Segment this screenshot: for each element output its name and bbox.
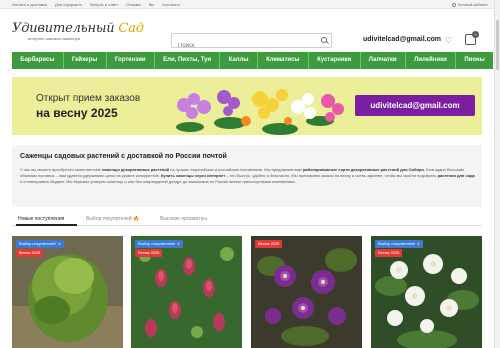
thumb-icon: ★ bbox=[416, 241, 421, 246]
product-card[interactable]: Выбор покупателей ★ Весна 2025 bbox=[371, 236, 482, 348]
nav-item-barberries[interactable]: Барбарисы bbox=[12, 52, 64, 69]
top-link-contacts[interactable]: Контакты bbox=[162, 2, 179, 7]
logo-tagline: интернет-магазин саженцев bbox=[28, 36, 80, 41]
account-link[interactable]: Личный кабинет bbox=[451, 2, 488, 7]
thumb-icon: ★ bbox=[176, 241, 181, 246]
intro-text-2: из лучших европейских и российских питом… bbox=[169, 167, 303, 172]
top-link-payment-delivery[interactable]: Оплата и доставка bbox=[12, 2, 47, 7]
account-label: Личный кабинет bbox=[457, 2, 488, 7]
nav-item-conifers[interactable]: Ели, Пихты, Туи bbox=[155, 52, 221, 69]
cart-icon[interactable]: 0 bbox=[465, 31, 479, 45]
logo-name-end: Сад bbox=[118, 21, 144, 36]
spring-2025-badge: Весна 2025 bbox=[135, 249, 163, 257]
tab-top-views[interactable]: Высокие просмотры bbox=[160, 216, 207, 222]
nav-item-heucheras[interactable]: Гейхеры bbox=[64, 52, 107, 69]
product-image bbox=[251, 236, 362, 348]
logo-name-start: Удивительный bbox=[12, 21, 115, 36]
customer-choice-label: Выбор покупателей bbox=[138, 241, 175, 246]
intro-bold-4: растения для сада bbox=[437, 173, 475, 178]
nav-item-shrubs[interactable]: Кустарники bbox=[309, 52, 361, 69]
site-logo[interactable]: Удивительный Сад интернет-магазин саженц… bbox=[12, 21, 144, 41]
tab-new-arrivals[interactable]: Новые поступления bbox=[18, 216, 64, 222]
nav-item-potentillas[interactable]: Лапчатки bbox=[361, 52, 406, 69]
top-utility-bar: Оплата и доставка Для оформить Вопрос и … bbox=[0, 0, 500, 9]
tab-customer-choice[interactable]: Выбор покупателей 🔥 bbox=[86, 216, 139, 222]
customer-choice-badge: Выбор покупателей ★ bbox=[16, 240, 65, 248]
product-card[interactable]: Весна 2025 bbox=[251, 236, 362, 348]
search-icon[interactable] bbox=[321, 37, 327, 43]
site-header: Удивительный Сад интернет-магазин саженц… bbox=[0, 9, 500, 53]
top-link-you[interactable]: Вы bbox=[149, 2, 155, 7]
intro-section: Саженцы садовых растений с доставкой по … bbox=[12, 145, 482, 207]
heart-icon[interactable]: ♡ bbox=[445, 37, 452, 45]
spring-2025-badge: Весна 2025 bbox=[16, 249, 44, 257]
banner-line-1: Открыт прием заказов bbox=[36, 93, 141, 104]
promo-banner[interactable]: Открыт прием заказов на весну 2025 udivi… bbox=[12, 77, 482, 135]
logo-name: Удивительный Сад bbox=[12, 21, 144, 36]
top-link-faq[interactable]: Вопрос и ответ bbox=[90, 2, 118, 7]
category-nav: Барбарисы Гейхеры Гортензии Ели, Пихты, … bbox=[12, 52, 493, 69]
nav-item-clematis[interactable]: Клематисы bbox=[258, 52, 309, 69]
header-email[interactable]: udivitelcad@gmail.com bbox=[363, 36, 441, 43]
spring-2025-badge: Весна 2025 bbox=[375, 249, 403, 257]
customer-choice-badge: Выбор покупателей ★ bbox=[135, 240, 184, 248]
page-scrollbar[interactable] bbox=[494, 0, 500, 348]
scrollbar-thumb[interactable] bbox=[496, 20, 499, 70]
nav-item-hydrangeas[interactable]: Гортензии bbox=[107, 52, 155, 69]
product-tabs: Новые поступления Выбор покупателей 🔥 Вы… bbox=[12, 212, 482, 226]
intro-bold-3: Купить саженцы через интернет bbox=[160, 173, 226, 178]
product-card[interactable]: Выбор покупателей ★ Весна 2025 bbox=[12, 236, 123, 348]
intro-bold-1: саженцы декоративных растений bbox=[101, 167, 170, 172]
top-link-reviews[interactable]: Отзывы bbox=[126, 2, 141, 7]
banner-line-2: на весну 2025 bbox=[36, 106, 118, 120]
banner-email-button[interactable]: udivitelcad@gmail.com bbox=[355, 95, 475, 116]
nav-item-peonies[interactable]: Пионы bbox=[456, 52, 493, 69]
search-input[interactable] bbox=[172, 39, 312, 53]
nav-item-callas[interactable]: Каллы bbox=[220, 52, 258, 69]
intro-text-1: У нас вы можете приобрести качественные bbox=[20, 167, 102, 172]
active-tab-indicator bbox=[16, 224, 77, 226]
spring-2025-badge: Весна 2025 bbox=[255, 240, 283, 248]
customer-choice-label: Выбор покупателей bbox=[19, 241, 56, 246]
intro-bold-2: районированные сорта декоративных растен… bbox=[302, 167, 424, 172]
intro-text-4: – это быстро, удобно и безопасно. Мы при… bbox=[225, 173, 438, 178]
user-icon bbox=[451, 2, 456, 7]
intro-text-5: и спланировать бюджет. Мы бережно упакуе… bbox=[20, 179, 296, 184]
top-links: Оплата и доставка Для оформить Вопрос и … bbox=[12, 2, 180, 7]
search-box bbox=[171, 33, 332, 53]
product-card[interactable]: Выбор покупателей ★ Весна 2025 bbox=[131, 236, 242, 348]
top-link-order[interactable]: Для оформить bbox=[55, 2, 82, 7]
thumb-icon: ★ bbox=[57, 241, 62, 246]
cart-count-badge: 0 bbox=[472, 31, 479, 38]
intro-text: У нас вы можете приобрести качественные … bbox=[20, 167, 475, 185]
banner-flowers-image bbox=[170, 77, 352, 135]
intro-title: Саженцы садовых растений с доставкой по … bbox=[20, 153, 227, 160]
customer-choice-badge: Выбор покупателей ★ bbox=[375, 240, 424, 248]
customer-choice-label: Выбор покупателей bbox=[378, 241, 415, 246]
nav-item-daylilies[interactable]: Лилейники bbox=[406, 52, 457, 69]
